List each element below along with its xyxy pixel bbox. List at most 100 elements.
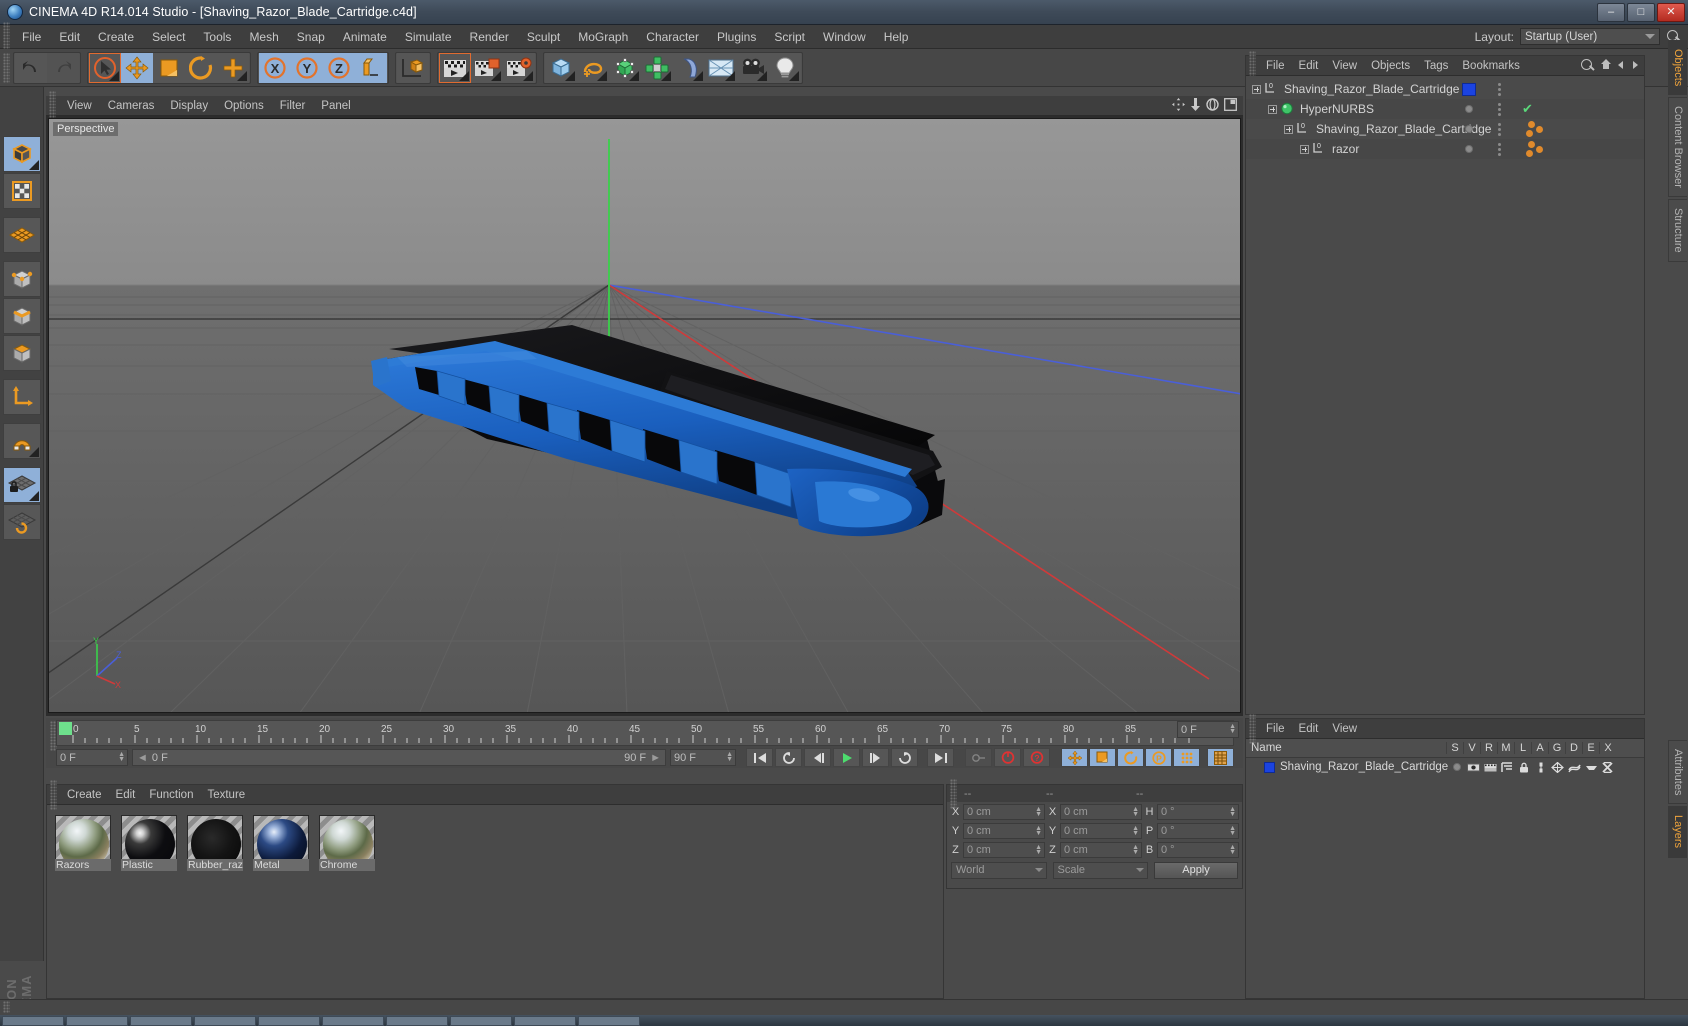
layers-menu-edit[interactable]: Edit bbox=[1292, 722, 1326, 736]
position-key-icon[interactable] bbox=[1061, 748, 1088, 767]
material-tag-icon[interactable] bbox=[1528, 141, 1535, 148]
spinner-icon[interactable]: ▲ ▼ bbox=[1132, 825, 1139, 837]
axis-x-icon[interactable]: X bbox=[259, 52, 291, 83]
expand-collapse-icon[interactable] bbox=[1284, 124, 1293, 134]
current-frame-field[interactable]: 0 F ▲ ▼ bbox=[1177, 721, 1239, 738]
tab-layers[interactable]: Layers bbox=[1668, 806, 1687, 858]
layers-col-m[interactable]: M bbox=[1497, 742, 1514, 754]
viewport-menu-cameras[interactable]: Cameras bbox=[100, 99, 163, 113]
close-button[interactable]: ✕ bbox=[1657, 2, 1685, 22]
coord-field-position-z[interactable]: 0 cm ▲ ▼ bbox=[963, 841, 1045, 858]
texture-mode-icon[interactable] bbox=[3, 173, 41, 209]
objmgr-menu-objects[interactable]: Objects bbox=[1364, 59, 1417, 73]
visibility-dots[interactable] bbox=[1454, 145, 1484, 153]
play-icon[interactable] bbox=[833, 748, 860, 767]
object-row-cartridge[interactable]: 0 Shaving_Razor_Blade_Cartridge bbox=[1246, 119, 1644, 139]
spinner-icon[interactable]: ▲ ▼ bbox=[1229, 806, 1236, 818]
menu-help[interactable]: Help bbox=[875, 28, 918, 46]
spinner-icon[interactable]: ▲ ▼ bbox=[726, 751, 733, 763]
array-modelling-icon[interactable] bbox=[641, 52, 673, 83]
material-item-plastic[interactable]: Plastic bbox=[121, 815, 177, 871]
objmgr-menu-bookmarks[interactable]: Bookmarks bbox=[1455, 59, 1527, 73]
objmgr-menu-tags[interactable]: Tags bbox=[1417, 59, 1455, 73]
spinner-icon[interactable]: ▲ ▼ bbox=[1229, 723, 1236, 735]
spinner-icon[interactable]: ▲ ▼ bbox=[1229, 844, 1236, 856]
spinner-icon[interactable]: ▲ ▼ bbox=[1132, 806, 1139, 818]
taskbar-item[interactable] bbox=[514, 1015, 576, 1026]
preview-range-bar[interactable]: ◄ 0 F 90 F ► bbox=[132, 749, 666, 766]
scale-icon[interactable] bbox=[153, 52, 185, 83]
material-manager-grip-handle[interactable] bbox=[50, 779, 57, 810]
menu-window[interactable]: Window bbox=[814, 28, 875, 46]
timeline-view-icon[interactable] bbox=[1207, 748, 1234, 767]
layers-col-x[interactable]: X bbox=[1599, 742, 1616, 754]
material-item-razors[interactable]: Razors bbox=[55, 815, 111, 871]
spinner-icon[interactable]: ▲ ▼ bbox=[1132, 844, 1139, 856]
timeline-ruler[interactable]: 0 5 10 15 20 25 30 35 40 45 50 55 60 65 70 75 80 85 … bbox=[56, 720, 1234, 746]
coord-field-rotation-p[interactable]: 0 ° ▲ ▼ bbox=[1157, 822, 1239, 839]
tab-structure[interactable]: Structure bbox=[1668, 199, 1687, 262]
cube-primitive-icon[interactable] bbox=[545, 52, 577, 83]
menu-snap[interactable]: Snap bbox=[288, 28, 334, 46]
menu-mesh[interactable]: Mesh bbox=[240, 28, 287, 46]
menu-select[interactable]: Select bbox=[143, 28, 194, 46]
step-back-icon[interactable] bbox=[804, 748, 831, 767]
rotation-key-icon[interactable] bbox=[1117, 748, 1144, 767]
material-tag-icon[interactable] bbox=[1526, 150, 1533, 157]
layer-lock-cell[interactable] bbox=[1515, 762, 1532, 773]
polygons-mode-icon[interactable] bbox=[3, 335, 41, 371]
taskbar-item[interactable] bbox=[450, 1015, 512, 1026]
axis-y-icon[interactable]: Y bbox=[291, 52, 323, 83]
add-cross-icon[interactable] bbox=[217, 52, 249, 83]
current-time-marker[interactable] bbox=[59, 722, 72, 735]
objmgr-menu-view[interactable]: View bbox=[1325, 59, 1364, 73]
taskbar-item[interactable] bbox=[130, 1015, 192, 1026]
tab-attributes[interactable]: Attributes bbox=[1668, 740, 1687, 805]
layer-solo-cell[interactable] bbox=[1448, 763, 1465, 771]
coordinate-mode-dropdown[interactable]: Scale bbox=[1052, 861, 1148, 879]
material-tag-icon[interactable] bbox=[1528, 121, 1535, 128]
taskbar-item[interactable] bbox=[386, 1015, 448, 1026]
material-item-metal[interactable]: Metal bbox=[253, 815, 309, 871]
light-icon[interactable] bbox=[769, 52, 801, 83]
move-icon[interactable] bbox=[121, 52, 153, 83]
spinner-icon[interactable]: ▲ ▼ bbox=[1035, 806, 1042, 818]
layers-grip-handle[interactable] bbox=[1249, 713, 1256, 744]
viewport-menu-display[interactable]: Display bbox=[162, 99, 216, 113]
matmgr-menu-texture[interactable]: Texture bbox=[200, 788, 252, 802]
coord-field-position-y[interactable]: 0 cm ▲ ▼ bbox=[963, 822, 1045, 839]
menu-plugins[interactable]: Plugins bbox=[708, 28, 765, 46]
layer-generator-cell[interactable] bbox=[1549, 761, 1566, 773]
axis-z-icon[interactable]: Z bbox=[323, 52, 355, 83]
floor-environment-icon[interactable] bbox=[705, 52, 737, 83]
layer-deformer-cell[interactable] bbox=[1566, 762, 1583, 773]
coord-field-size-z[interactable]: 0 cm ▲ ▼ bbox=[1060, 841, 1142, 858]
layers-menu-view[interactable]: View bbox=[1325, 722, 1364, 736]
coord-field-position-x[interactable]: 0 cm ▲ ▼ bbox=[963, 803, 1045, 820]
layer-color-swatch[interactable] bbox=[1264, 761, 1275, 773]
layer-color-swatch[interactable] bbox=[1462, 82, 1476, 96]
menu-character[interactable]: Character bbox=[637, 28, 708, 46]
objmgr-menu-file[interactable]: File bbox=[1259, 59, 1292, 73]
expand-collapse-icon[interactable] bbox=[1300, 144, 1309, 154]
play-backward-loop-icon[interactable] bbox=[775, 748, 802, 767]
layers-col-a[interactable]: A bbox=[1531, 742, 1548, 754]
dolly-view-icon[interactable] bbox=[1190, 97, 1201, 114]
keyframe-selection-icon[interactable]: ? bbox=[1023, 748, 1050, 767]
maximize-view-icon[interactable] bbox=[1224, 97, 1237, 114]
coord-field-size-x[interactable]: 0 cm ▲ ▼ bbox=[1060, 803, 1142, 820]
matmgr-menu-function[interactable]: Function bbox=[142, 788, 200, 802]
menu-animate[interactable]: Animate bbox=[334, 28, 396, 46]
layers-col-r[interactable]: R bbox=[1480, 742, 1497, 754]
layer-expression-cell[interactable] bbox=[1583, 763, 1600, 772]
coord-field-size-y[interactable]: 0 cm ▲ ▼ bbox=[1060, 822, 1142, 839]
visibility-dots[interactable] bbox=[1454, 125, 1484, 133]
layer-animation-cell[interactable] bbox=[1532, 762, 1549, 773]
layer-render-cell[interactable] bbox=[1482, 762, 1499, 773]
points-mode-icon[interactable] bbox=[3, 261, 41, 297]
material-item-rubber[interactable]: Rubber_raz bbox=[187, 815, 243, 871]
layers-menu-file[interactable]: File bbox=[1259, 722, 1292, 736]
menu-file[interactable]: File bbox=[13, 28, 50, 46]
apply-button[interactable]: Apply bbox=[1154, 861, 1238, 879]
status-bar-grip-handle[interactable] bbox=[3, 1001, 10, 1013]
